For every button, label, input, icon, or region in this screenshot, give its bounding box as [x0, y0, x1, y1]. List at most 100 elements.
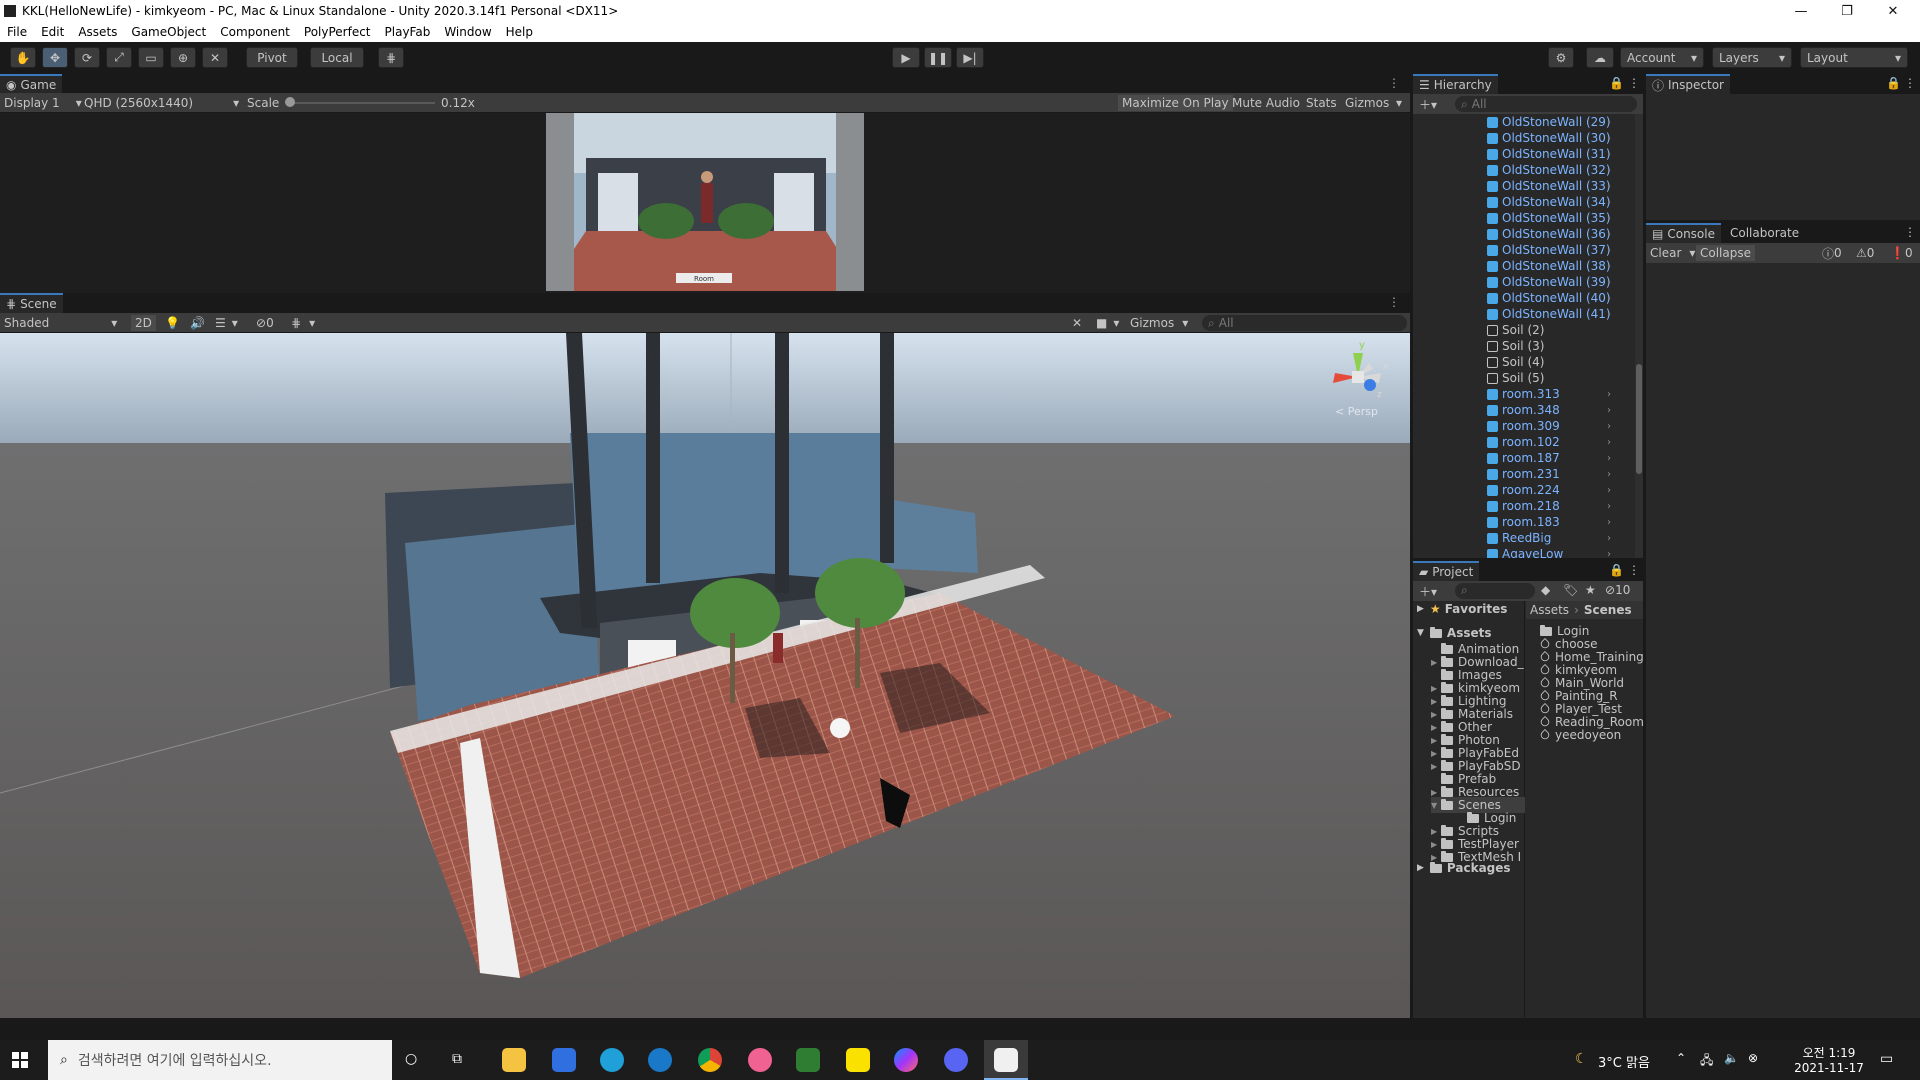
- menu-gameobject[interactable]: GameObject: [124, 25, 213, 39]
- open-prefab-chevron-icon[interactable]: ›: [1607, 149, 1611, 160]
- notifications-icon[interactable]: ▭: [1880, 1051, 1893, 1067]
- hierarchy-item[interactable]: OldStoneWall (33) ›: [1413, 178, 1635, 194]
- hierarchy-item[interactable]: room.218 ›: [1413, 498, 1635, 514]
- 2d-toggle[interactable]: 2D: [131, 315, 156, 331]
- effects-toggle[interactable]: ☰ ▾: [215, 315, 238, 331]
- scale-slider-thumb[interactable]: [285, 97, 295, 107]
- hand-tool-button[interactable]: ✋: [10, 47, 36, 68]
- expand-arrow-icon[interactable]: ▶: [1431, 658, 1441, 667]
- open-prefab-chevron-icon[interactable]: ›: [1607, 165, 1611, 176]
- clear-button[interactable]: Clear ▾: [1650, 245, 1695, 261]
- create-button[interactable]: ＋▾: [1419, 96, 1437, 113]
- weather-text[interactable]: 3°C 맑음: [1598, 1052, 1650, 1071]
- open-prefab-chevron-icon[interactable]: ›: [1607, 277, 1611, 288]
- todo-icon[interactable]: [552, 1048, 576, 1072]
- kakaotalk-icon[interactable]: [846, 1048, 870, 1072]
- hierarchy-item[interactable]: Soil (2): [1413, 322, 1635, 338]
- open-prefab-chevron-icon[interactable]: ›: [1607, 533, 1611, 544]
- hierarchy-item[interactable]: OldStoneWall (30) ›: [1413, 130, 1635, 146]
- scale-slider-track[interactable]: [290, 102, 435, 104]
- close-button[interactable]: ✕: [1870, 0, 1916, 22]
- tab-hierarchy[interactable]: ☰ Hierarchy: [1413, 74, 1498, 94]
- hierarchy-item[interactable]: ReedBig ›: [1413, 530, 1635, 546]
- hierarchy-item[interactable]: OldStoneWall (39) ›: [1413, 274, 1635, 290]
- stats-toggle[interactable]: Stats: [1306, 95, 1337, 111]
- tab-console[interactable]: ▤ Console: [1646, 223, 1721, 243]
- hierarchy-item[interactable]: Soil (3): [1413, 338, 1635, 354]
- discord-icon[interactable]: [944, 1048, 968, 1072]
- project-search-input[interactable]: ⌕: [1455, 583, 1535, 599]
- tray-chevron-up-icon[interactable]: ⌃: [1676, 1051, 1686, 1065]
- open-prefab-chevron-icon[interactable]: ›: [1607, 261, 1611, 272]
- expand-arrow-icon[interactable]: ▼: [1431, 801, 1441, 810]
- expand-arrow-icon[interactable]: ▶: [1431, 723, 1441, 732]
- expand-arrow-icon[interactable]: ▶: [1431, 684, 1441, 693]
- scene-menu-icon[interactable]: ⋮: [1388, 295, 1400, 309]
- hierarchy-menu-icon[interactable]: ⋮: [1628, 76, 1640, 90]
- maximize-button[interactable]: ❐: [1824, 0, 1870, 22]
- game-viewport[interactable]: Room: [0, 113, 1410, 293]
- ime-icon[interactable]: ⊗: [1748, 1051, 1758, 1065]
- hierarchy-scrollbar[interactable]: [1635, 114, 1643, 558]
- game-menu-icon[interactable]: ⋮: [1388, 76, 1400, 90]
- open-prefab-chevron-icon[interactable]: ›: [1607, 437, 1611, 448]
- open-prefab-chevron-icon[interactable]: ›: [1607, 517, 1611, 528]
- hierarchy-item[interactable]: room.183 ›: [1413, 514, 1635, 530]
- windows-start-icon[interactable]: [12, 1052, 28, 1068]
- step-button[interactable]: ▶|: [956, 47, 984, 68]
- search-by-label-icon[interactable]: 🏷: [1563, 583, 1578, 597]
- menu-playfab[interactable]: PlayFab: [378, 25, 438, 39]
- open-prefab-chevron-icon[interactable]: ›: [1607, 133, 1611, 144]
- layout-dropdown[interactable]: Layout ▾: [1800, 47, 1908, 68]
- menu-window[interactable]: Window: [437, 25, 498, 39]
- hierarchy-item[interactable]: room.187 ›: [1413, 450, 1635, 466]
- chevron-down-icon[interactable]: ▾: [1396, 95, 1402, 111]
- hierarchy-search-input[interactable]: ⌕ All: [1455, 96, 1637, 112]
- scene-gizmos-dropdown[interactable]: Gizmos ▾: [1130, 315, 1188, 331]
- rect-tool-button[interactable]: ▭: [138, 47, 164, 68]
- open-prefab-chevron-icon[interactable]: ›: [1607, 405, 1611, 416]
- open-prefab-chevron-icon[interactable]: ›: [1607, 229, 1611, 240]
- expand-arrow-icon[interactable]: ▶: [1431, 697, 1441, 706]
- menu-file[interactable]: File: [0, 25, 34, 39]
- network-icon[interactable]: 🖧: [1700, 1051, 1713, 1072]
- account-dropdown[interactable]: Account ▾: [1620, 47, 1704, 68]
- expand-arrow-icon[interactable]: ▶: [1431, 827, 1441, 836]
- hierarchy-item[interactable]: OldStoneWall (35) ›: [1413, 210, 1635, 226]
- open-prefab-chevron-icon[interactable]: ›: [1607, 501, 1611, 512]
- lock-icon[interactable]: 🔒: [1886, 76, 1901, 90]
- open-prefab-chevron-icon[interactable]: ›: [1607, 181, 1611, 192]
- file-item[interactable]: yeedoyeon: [1538, 727, 1621, 743]
- pivot-toggle[interactable]: Pivot: [246, 47, 298, 68]
- chrome-icon[interactable]: [698, 1048, 722, 1072]
- tab-collaborate[interactable]: Collaborate: [1724, 223, 1805, 243]
- taskbar-search-input[interactable]: ⌕ 검색하려면 여기에 입력하십시오.: [48, 1040, 392, 1080]
- clock[interactable]: 오전 1:19 2021-11-17: [1794, 1044, 1864, 1075]
- scale-tool-button[interactable]: ⤢: [106, 47, 132, 68]
- pink-app-icon[interactable]: [748, 1048, 772, 1072]
- open-prefab-chevron-icon[interactable]: ›: [1607, 293, 1611, 304]
- scene-search-input[interactable]: ⌕ All: [1202, 315, 1407, 331]
- hierarchy-item[interactable]: OldStoneWall (34) ›: [1413, 194, 1635, 210]
- grid-toggle[interactable]: ⋕ ▾: [291, 315, 315, 331]
- unity-taskbar-button[interactable]: [984, 1040, 1028, 1080]
- open-prefab-chevron-icon[interactable]: ›: [1607, 117, 1611, 128]
- grid-snap-button[interactable]: ⋕: [378, 47, 404, 68]
- scene-viewport[interactable]: y x z < Persp: [0, 333, 1410, 1018]
- open-prefab-chevron-icon[interactable]: ›: [1607, 453, 1611, 464]
- menu-component[interactable]: Component: [213, 25, 297, 39]
- move-tool-button[interactable]: ✥: [42, 47, 68, 68]
- local-toggle[interactable]: Local: [310, 47, 364, 68]
- tab-scene[interactable]: ⋕ Scene: [0, 293, 63, 313]
- menu-polyperfect[interactable]: PolyPerfect: [297, 25, 378, 39]
- minimize-button[interactable]: —: [1778, 0, 1824, 22]
- display-dropdown[interactable]: Display 1 ▾: [4, 95, 82, 111]
- resolution-dropdown[interactable]: QHD (2560x1440) ▾: [84, 95, 239, 111]
- favorite-star-icon[interactable]: ★: [1585, 583, 1596, 597]
- lighting-toggle[interactable]: 💡: [165, 315, 180, 331]
- mute-audio-toggle[interactable]: Mute Audio: [1232, 95, 1300, 111]
- hidden-objects-toggle[interactable]: ⊘ 0: [256, 315, 274, 331]
- open-prefab-chevron-icon[interactable]: ›: [1607, 213, 1611, 224]
- camera-settings-button[interactable]: ■ ▾: [1096, 315, 1119, 331]
- tab-inspector[interactable]: ⓘ Inspector: [1646, 74, 1730, 94]
